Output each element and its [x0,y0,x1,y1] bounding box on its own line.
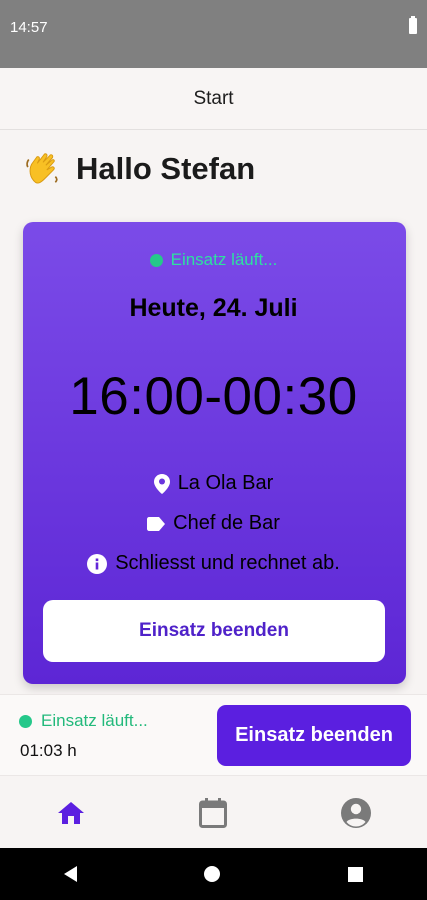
tab-bar [0,777,427,848]
live-status-dot [149,253,163,267]
greeting-text: Hallo Stefan [76,151,256,186]
panel-end-shift-button[interactable]: Einsatz beenden [217,705,411,766]
shift-status-text: Einsatz läuft... [170,250,278,269]
tab-profile[interactable] [285,777,427,848]
page-title: Start [193,87,234,109]
recents-icon[interactable] [348,866,364,882]
tab-calendar[interactable] [142,777,284,848]
greeting: Hallo Stefan [24,148,255,190]
shift-date: Heute, 24. Juli [129,294,298,322]
shift-note: Schliesst und rechnet ab. [0,552,427,575]
panel-status: Einsatz läuft... [19,711,148,731]
location-pin-icon [153,473,170,494]
shift-time-range: 16:00-00:30 [69,367,358,426]
battery-full-icon [409,16,417,34]
shift-location: La Ola Bar [0,472,427,495]
app-header: Start [0,68,427,130]
end-shift-button[interactable]: Einsatz beenden [43,600,385,662]
home-circle-icon[interactable] [204,866,221,882]
info-icon [87,553,108,574]
status-time: 14:57 [10,19,48,36]
system-navigation-bar [0,848,427,900]
waving-hand-icon [26,153,58,184]
panel-status-text: Einsatz läuft... [41,711,148,730]
home-icon [58,801,85,824]
back-icon[interactable] [63,866,77,882]
role-text: Chef de Bar [173,512,280,534]
account-circle-icon [340,797,371,828]
status-bar: 14:57 [0,0,427,68]
live-status-dot [19,714,32,728]
note-text: Schliesst und rechnet ab. [115,552,340,574]
tag-icon [147,516,166,531]
shift-role: Chef de Bar [0,512,427,535]
location-text: La Ola Bar [177,472,274,494]
shift-duration: 01:03 h [20,741,77,760]
tab-home[interactable] [0,777,142,848]
calendar-icon [199,797,228,828]
shift-status: Einsatz läuft... [0,250,427,270]
